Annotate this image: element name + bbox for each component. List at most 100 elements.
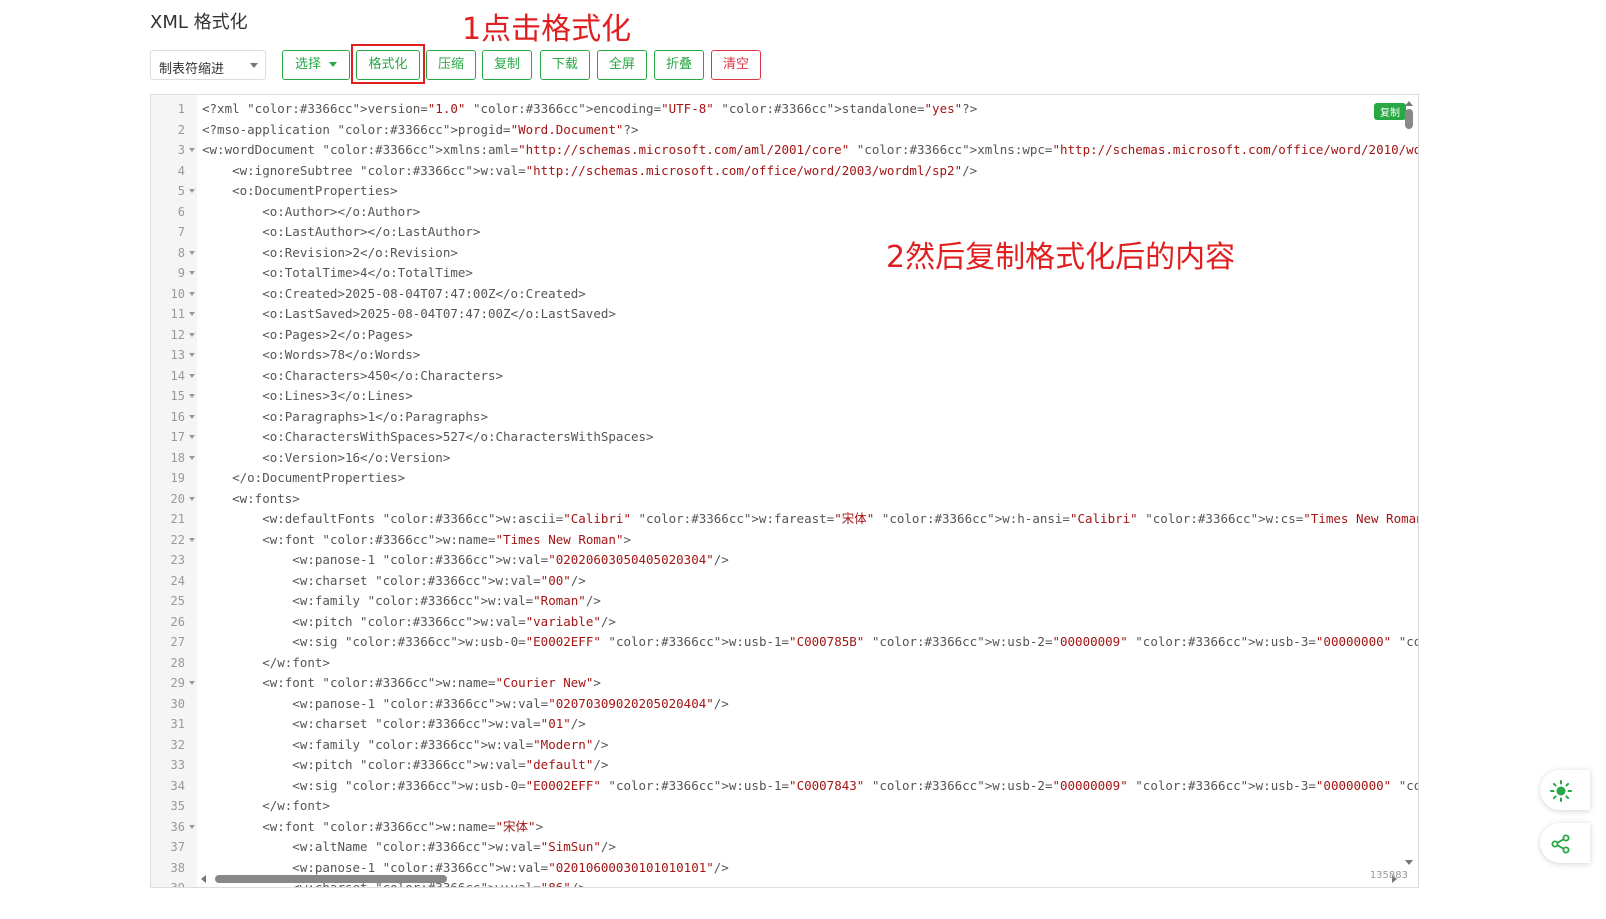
- code-line[interactable]: 19 </o:DocumentProperties>: [151, 468, 1418, 489]
- line-number: 13: [170, 348, 185, 362]
- fold-arrow-icon[interactable]: [189, 435, 195, 439]
- code-line[interactable]: 23 <w:panose-1 "color:#3366cc">w:val="02…: [151, 550, 1418, 571]
- fold-arrow-icon[interactable]: [189, 496, 195, 501]
- indent-select-value: 制表符缩进: [159, 62, 225, 77]
- code-line[interactable]: 14 <o:Characters>450</o:Characters>: [151, 366, 1418, 387]
- line-number: 15: [170, 389, 185, 403]
- line-number: 25: [170, 594, 185, 608]
- line-number: 2: [177, 122, 185, 137]
- code-line[interactable]: 5 <o:DocumentProperties>: [151, 181, 1418, 202]
- code-lines[interactable]: 1 <?xml "color:#3366cc">version="1.0" "co…: [151, 99, 1418, 887]
- line-number: 9: [177, 266, 185, 280]
- line-number: 17: [170, 430, 185, 444]
- code-line[interactable]: 34 <w:sig "color:#3366cc">w:usb-0="E0002…: [151, 776, 1418, 797]
- fold-arrow-icon[interactable]: [189, 537, 195, 542]
- copy-button[interactable]: 复制: [482, 50, 532, 80]
- code-line[interactable]: 36 <w:font "color:#3366cc">w:name="宋体">: [151, 817, 1418, 838]
- code-text: <w:pitch "color:#3366cc">w:val="default"…: [202, 757, 609, 772]
- code-line[interactable]: 30 <w:panose-1 "color:#3366cc">w:val="02…: [151, 694, 1418, 715]
- code-line[interactable]: 18 <o:Version>16</o:Version>: [151, 448, 1418, 469]
- fold-arrow-icon[interactable]: [189, 373, 195, 378]
- code-line[interactable]: 21 <w:defaultFonts "color:#3366cc">w:asc…: [151, 509, 1418, 530]
- fold-arrow-icon[interactable]: [189, 414, 195, 419]
- code-line[interactable]: 13 <o:Words>78</o:Words>: [151, 345, 1418, 366]
- indent-select[interactable]: 制表符缩进: [150, 50, 266, 80]
- fold-arrow-icon[interactable]: [189, 353, 195, 357]
- line-number: 18: [170, 450, 185, 465]
- code-text: <w:fonts>: [202, 490, 300, 506]
- code-line[interactable]: 20 <w:fonts>: [151, 489, 1418, 510]
- select-button[interactable]: 选择: [282, 50, 350, 80]
- code-line[interactable]: 12 <o:Pages>2</o:Pages>: [151, 325, 1418, 346]
- code-text: <?mso-application "color:#3366cc">progid…: [202, 121, 639, 137]
- code-line[interactable]: 37 <w:altName "color:#3366cc">w:val="Sim…: [151, 837, 1418, 858]
- chevron-down-icon: [250, 63, 258, 68]
- fold-button[interactable]: 折叠: [654, 50, 704, 80]
- fullscreen-button[interactable]: 全屏: [597, 50, 647, 80]
- code-line[interactable]: 6 <o:Author></o:Author>: [151, 202, 1418, 223]
- fold-arrow-icon[interactable]: [189, 271, 195, 275]
- copy-badge[interactable]: 复制: [1374, 103, 1406, 120]
- code-text: <w:charset "color:#3366cc">w:val="01"/>: [202, 716, 586, 731]
- code-line[interactable]: 10 <o:Created>2025-08-04T07:47:00Z</o:Cr…: [151, 284, 1418, 305]
- vertical-scrollbar[interactable]: [1405, 101, 1413, 865]
- code-line[interactable]: 25 <w:family "color:#3366cc">w:val="Roma…: [151, 591, 1418, 612]
- share-button[interactable]: [1540, 823, 1590, 863]
- line-number: 27: [170, 635, 185, 649]
- code-line[interactable]: 11 <o:LastSaved>2025-08-04T07:47:00Z</o:…: [151, 304, 1418, 325]
- clear-button[interactable]: 清空: [711, 50, 761, 80]
- code-line[interactable]: 1 <?xml "color:#3366cc">version="1.0" "co…: [151, 99, 1418, 120]
- horizontal-scrollbar[interactable]: [201, 875, 1397, 883]
- code-line[interactable]: 4 <w:ignoreSubtree "color:#3366cc">w:val…: [151, 161, 1418, 182]
- code-line[interactable]: 24 <w:charset "color:#3366cc">w:val="00"…: [151, 571, 1418, 592]
- line-number: 24: [170, 573, 185, 588]
- fold-arrow-icon[interactable]: [189, 332, 195, 337]
- code-line[interactable]: 2 <?mso-application "color:#3366cc">progi…: [151, 120, 1418, 141]
- code-line[interactable]: 22 <w:font "color:#3366cc">w:name="Times…: [151, 530, 1418, 551]
- line-number: 35: [170, 799, 185, 813]
- line-number: 38: [170, 860, 185, 875]
- code-text: <w:sig "color:#3366cc">w:usb-0="E0002EFF…: [202, 634, 1418, 649]
- line-number: 22: [170, 532, 185, 547]
- line-number: 4: [177, 163, 185, 178]
- scroll-down-arrow-icon[interactable]: [1405, 860, 1413, 865]
- line-number: 20: [170, 491, 185, 506]
- code-line[interactable]: 35 </w:font>: [151, 796, 1418, 817]
- vertical-scroll-thumb[interactable]: [1405, 109, 1413, 129]
- scroll-up-arrow-icon[interactable]: [1405, 101, 1413, 106]
- code-line[interactable]: 28 </w:font>: [151, 653, 1418, 674]
- code-text: <?xml "color:#3366cc">version="1.0" "col…: [202, 101, 978, 116]
- fold-arrow-icon[interactable]: [189, 312, 195, 316]
- fold-arrow-icon[interactable]: [189, 455, 195, 460]
- code-text: <w:wordDocument "color:#3366cc">xmlns:am…: [202, 142, 1418, 157]
- fold-arrow-icon[interactable]: [189, 250, 195, 255]
- code-line[interactable]: 3 <w:wordDocument "color:#3366cc">xmlns:a…: [151, 140, 1418, 161]
- code-text: <o:Characters>450</o:Characters>: [202, 367, 504, 383]
- code-text: </o:DocumentProperties>: [202, 470, 406, 485]
- horizontal-scroll-thumb[interactable]: [215, 875, 447, 883]
- download-button[interactable]: 下载: [540, 50, 590, 80]
- compress-button[interactable]: 压缩: [426, 50, 476, 80]
- code-line[interactable]: 29 <w:font "color:#3366cc">w:name="Couri…: [151, 673, 1418, 694]
- theme-toggle-button[interactable]: [1540, 770, 1590, 810]
- line-number: 12: [170, 327, 185, 342]
- code-line[interactable]: 27 <w:sig "color:#3366cc">w:usb-0="E0002…: [151, 632, 1418, 653]
- fold-arrow-icon[interactable]: [189, 148, 195, 152]
- fold-arrow-icon[interactable]: [189, 291, 195, 296]
- code-line[interactable]: 16 <o:Paragraphs>1</o:Paragraphs>: [151, 407, 1418, 428]
- scroll-left-arrow-icon[interactable]: [201, 875, 206, 883]
- code-text: <w:altName "color:#3366cc">w:val="SimSun…: [202, 839, 616, 854]
- code-line[interactable]: 26 <w:pitch "color:#3366cc">w:val="varia…: [151, 612, 1418, 633]
- code-line[interactable]: 32 <w:family "color:#3366cc">w:val="Mode…: [151, 735, 1418, 756]
- code-line[interactable]: 17 <o:CharactersWithSpaces>527</o:Charac…: [151, 427, 1418, 448]
- fold-arrow-icon[interactable]: [189, 394, 195, 398]
- fold-arrow-icon[interactable]: [189, 681, 195, 685]
- line-number: 31: [170, 717, 185, 731]
- fold-arrow-icon[interactable]: [189, 824, 195, 829]
- code-editor[interactable]: 1 <?xml "color:#3366cc">version="1.0" "co…: [150, 94, 1419, 888]
- code-line[interactable]: 31 <w:charset "color:#3366cc">w:val="01"…: [151, 714, 1418, 735]
- code-line[interactable]: 15 <o:Lines>3</o:Lines>: [151, 386, 1418, 407]
- fold-arrow-icon[interactable]: [189, 189, 195, 193]
- line-number: 7: [177, 225, 185, 239]
- code-line[interactable]: 33 <w:pitch "color:#3366cc">w:val="defau…: [151, 755, 1418, 776]
